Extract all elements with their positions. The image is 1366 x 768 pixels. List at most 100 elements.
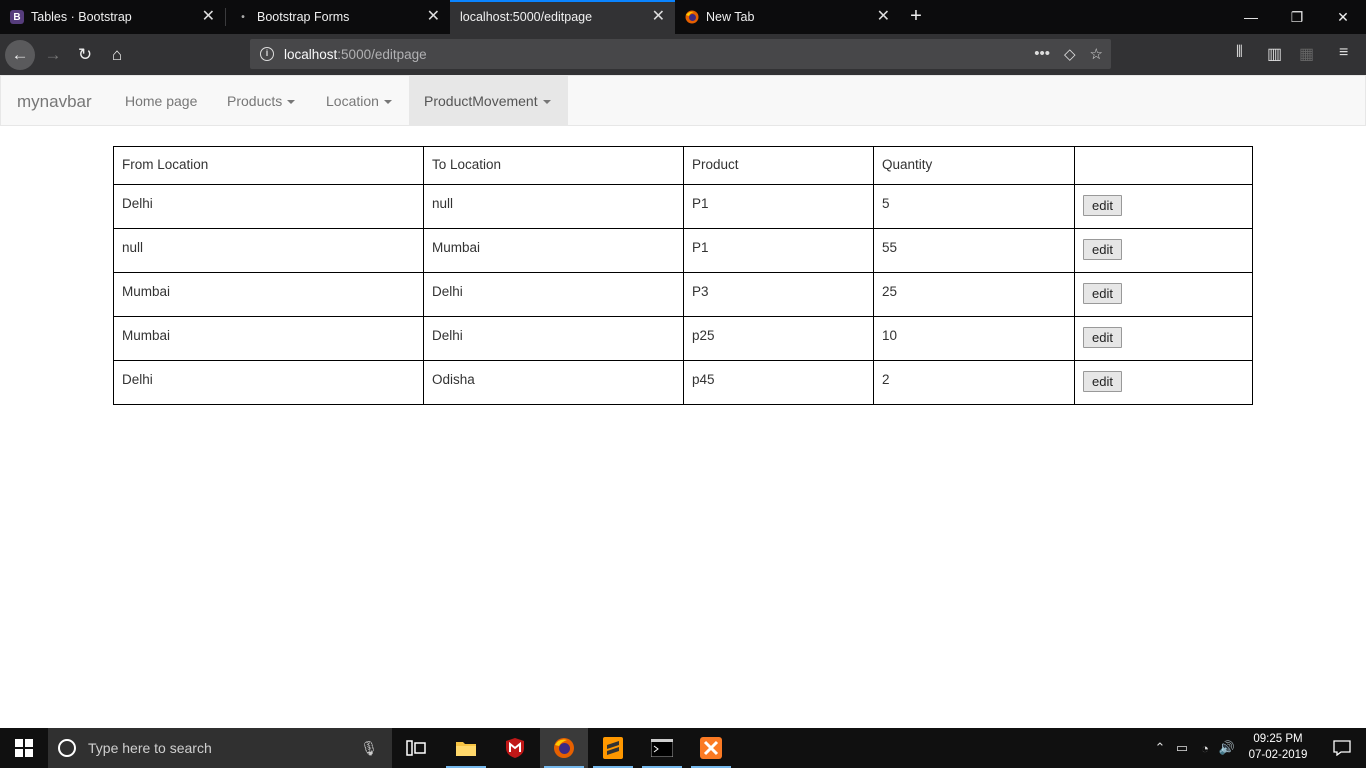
terminal-icon (651, 739, 673, 757)
search-placeholder: Type here to search (88, 740, 212, 756)
terminal-button[interactable] (638, 728, 686, 768)
info-icon[interactable]: i (260, 47, 274, 61)
cell-quantity: 2 (873, 360, 1075, 405)
close-icon[interactable]: ✕ (202, 9, 215, 25)
close-icon[interactable]: ✕ (427, 9, 440, 25)
start-button[interactable] (0, 728, 48, 768)
minimize-button[interactable]: — (1228, 0, 1274, 34)
table-row: null Mumbai P1 55 edit (113, 228, 1253, 273)
wifi-icon[interactable]: ◔ (1194, 741, 1216, 756)
reload-button[interactable]: ↻ (70, 40, 100, 70)
taskbar-search[interactable]: Type here to search 🎙 (48, 728, 392, 768)
caret-down-icon (287, 100, 296, 105)
clock-time: 09:25 PM (1253, 733, 1303, 745)
tab-new-tab[interactable]: New Tab ✕ (675, 0, 900, 34)
windows-icon (15, 739, 33, 757)
table-row: Delhi null P1 5 edit (113, 184, 1253, 229)
sublime-text-button[interactable] (589, 728, 637, 768)
forward-button[interactable]: → (38, 40, 68, 70)
tab-title: Bootstrap Forms (257, 10, 350, 24)
cell-product: p45 (683, 360, 874, 405)
nav-label: Products (227, 93, 283, 109)
table-row: Mumbai Delhi p25 10 edit (113, 316, 1253, 361)
nav-home-page[interactable]: Home page (110, 76, 212, 126)
home-button[interactable]: ⌂ (102, 40, 132, 70)
url-bar[interactable]: i localhost:5000/editpage ••• ◇ ☆ (250, 39, 1111, 69)
caret-down-icon (542, 100, 551, 105)
cell-product: p25 (683, 316, 874, 361)
extension-icon[interactable]: ▦ (1299, 44, 1314, 64)
url-host: localhost (284, 46, 338, 62)
edit-button[interactable]: edit (1083, 371, 1122, 392)
nav-productmovement[interactable]: ProductMovement (409, 76, 568, 126)
close-icon[interactable]: ✕ (652, 9, 665, 25)
volume-icon[interactable]: 🔊 (1216, 740, 1238, 756)
site-navbar: mynavbar Home page Products Location Pro… (0, 75, 1366, 126)
tab-title: Tables · Bootstrap (31, 10, 132, 24)
reload-icon: ↻ (77, 45, 93, 64)
menu-icon[interactable]: ≡ (1339, 44, 1348, 62)
cell-quantity: 5 (873, 184, 1075, 229)
cell-action: edit (1074, 360, 1253, 405)
table-row: Delhi Odisha p45 2 edit (113, 360, 1253, 405)
tab-title: localhost:5000/editpage (460, 10, 593, 24)
battery-icon[interactable]: ▭ (1170, 740, 1194, 756)
header-actions (1074, 146, 1253, 185)
close-icon[interactable]: ✕ (877, 9, 890, 25)
firefox-taskbar-button[interactable] (540, 728, 588, 768)
header-quantity: Quantity (873, 146, 1075, 185)
pocket-icon[interactable]: ◇ (1064, 45, 1076, 63)
cell-product: P1 (683, 228, 874, 273)
arrow-left-icon: ← (11, 45, 29, 64)
navbar-brand[interactable]: mynavbar (17, 92, 92, 112)
caret-down-icon (383, 100, 392, 105)
back-button[interactable]: ← (5, 40, 35, 70)
cell-quantity: 10 (873, 316, 1075, 361)
windows-taskbar: Type here to search 🎙 ⌃ ▭ ◔ 🔊 09:25 PM 0… (0, 728, 1366, 768)
cell-to: Delhi (423, 316, 684, 361)
mcafee-shield-icon (506, 738, 524, 758)
clock-date: 07-02-2019 (1248, 749, 1308, 761)
library-icon[interactable]: ⫴ (1236, 44, 1243, 62)
nav-label: ProductMovement (424, 93, 538, 109)
arrow-right-icon: → (44, 45, 62, 64)
file-explorer-button[interactable] (442, 728, 490, 768)
edit-button[interactable]: edit (1083, 239, 1122, 260)
nav-products[interactable]: Products (212, 76, 310, 126)
home-icon: ⌂ (111, 45, 123, 64)
cell-from: Mumbai (113, 272, 424, 317)
cortana-icon (58, 739, 76, 757)
close-window-button[interactable]: ✕ (1320, 0, 1366, 34)
cell-action: edit (1074, 316, 1253, 361)
dot-icon: • (241, 11, 245, 23)
tab-tables-bootstrap[interactable]: B Tables · Bootstrap ✕ (0, 0, 225, 34)
tab-title: New Tab (706, 10, 755, 24)
cell-quantity: 55 (873, 228, 1075, 273)
edit-button[interactable]: edit (1083, 195, 1122, 216)
mcafee-button[interactable] (491, 728, 539, 768)
movement-table: From Location To Location Product Quanti… (113, 146, 1253, 405)
notification-icon (1333, 740, 1351, 756)
task-view-button[interactable] (392, 728, 440, 768)
sidebar-icon[interactable]: ▥ (1267, 44, 1282, 64)
chevron-up-icon[interactable]: ⌃ (1150, 740, 1170, 756)
cell-from: Delhi (113, 360, 424, 405)
bookmark-star-icon[interactable]: ☆ (1090, 45, 1103, 63)
more-icon[interactable]: ••• (1034, 45, 1050, 63)
cell-from: Delhi (113, 184, 424, 229)
clock[interactable]: 09:25 PM 07-02-2019 (1238, 731, 1318, 763)
task-view-icon (406, 740, 426, 756)
new-tab-button[interactable]: + (904, 5, 928, 29)
restore-button[interactable]: ❐ (1274, 0, 1320, 34)
notifications-button[interactable] (1318, 728, 1366, 768)
xampp-button[interactable] (687, 728, 735, 768)
cell-action: edit (1074, 184, 1253, 229)
tab-bootstrap-forms[interactable]: • Bootstrap Forms ✕ (226, 0, 450, 34)
url-actions: ••• ◇ ☆ (1034, 45, 1103, 63)
edit-button[interactable]: edit (1083, 327, 1122, 348)
nav-location[interactable]: Location (311, 76, 407, 126)
edit-button[interactable]: edit (1083, 283, 1122, 304)
microphone-icon[interactable]: 🎙 (360, 740, 378, 757)
tab-editpage[interactable]: localhost:5000/editpage ✕ (450, 0, 675, 34)
cell-to: null (423, 184, 684, 229)
